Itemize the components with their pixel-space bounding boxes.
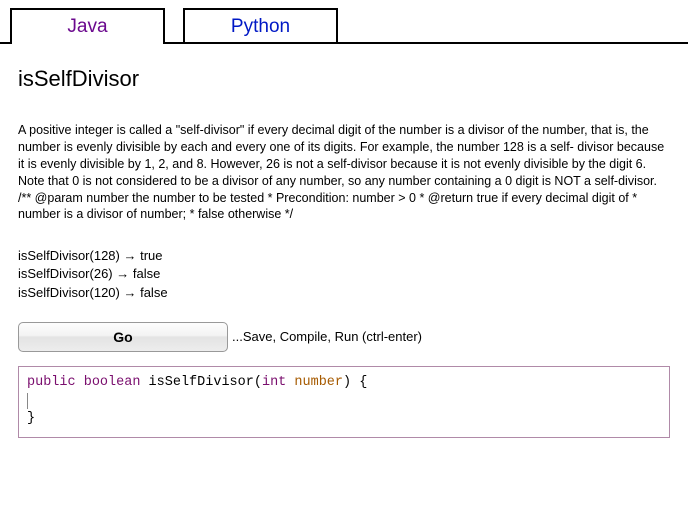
keyword-int: int: [262, 375, 286, 390]
keyword-boolean: boolean: [84, 375, 141, 390]
language-tabs: Java Python: [0, 8, 688, 44]
problem-title: isSelfDivisor: [18, 66, 670, 92]
go-row: Go ...Save, Compile, Run (ctrl-enter): [18, 322, 670, 352]
main-content: isSelfDivisor A positive integer is call…: [0, 44, 688, 438]
problem-description: A positive integer is called a "self-div…: [18, 122, 670, 223]
keyword-public: public: [27, 375, 76, 390]
go-hint: ...Save, Compile, Run (ctrl-enter): [232, 329, 422, 344]
example-line: isSelfDivisor(120) → false: [18, 284, 670, 302]
code-line-close: }: [27, 409, 661, 429]
close-sig: ) {: [343, 375, 367, 390]
open-paren: (: [254, 375, 262, 390]
go-button[interactable]: Go: [18, 322, 228, 352]
example-line: isSelfDivisor(128) → true: [18, 247, 670, 265]
function-name: isSelfDivisor: [149, 375, 254, 390]
code-line-1: public boolean isSelfDivisor(int number)…: [27, 373, 661, 393]
cursor-line: [27, 393, 661, 409]
example-line: isSelfDivisor(26) → false: [18, 265, 670, 283]
code-editor[interactable]: public boolean isSelfDivisor(int number)…: [18, 366, 670, 439]
tab-python[interactable]: Python: [183, 8, 338, 42]
examples-block: isSelfDivisor(128) → true isSelfDivisor(…: [18, 247, 670, 302]
param-name: number: [294, 375, 343, 390]
tab-java[interactable]: Java: [10, 8, 165, 42]
